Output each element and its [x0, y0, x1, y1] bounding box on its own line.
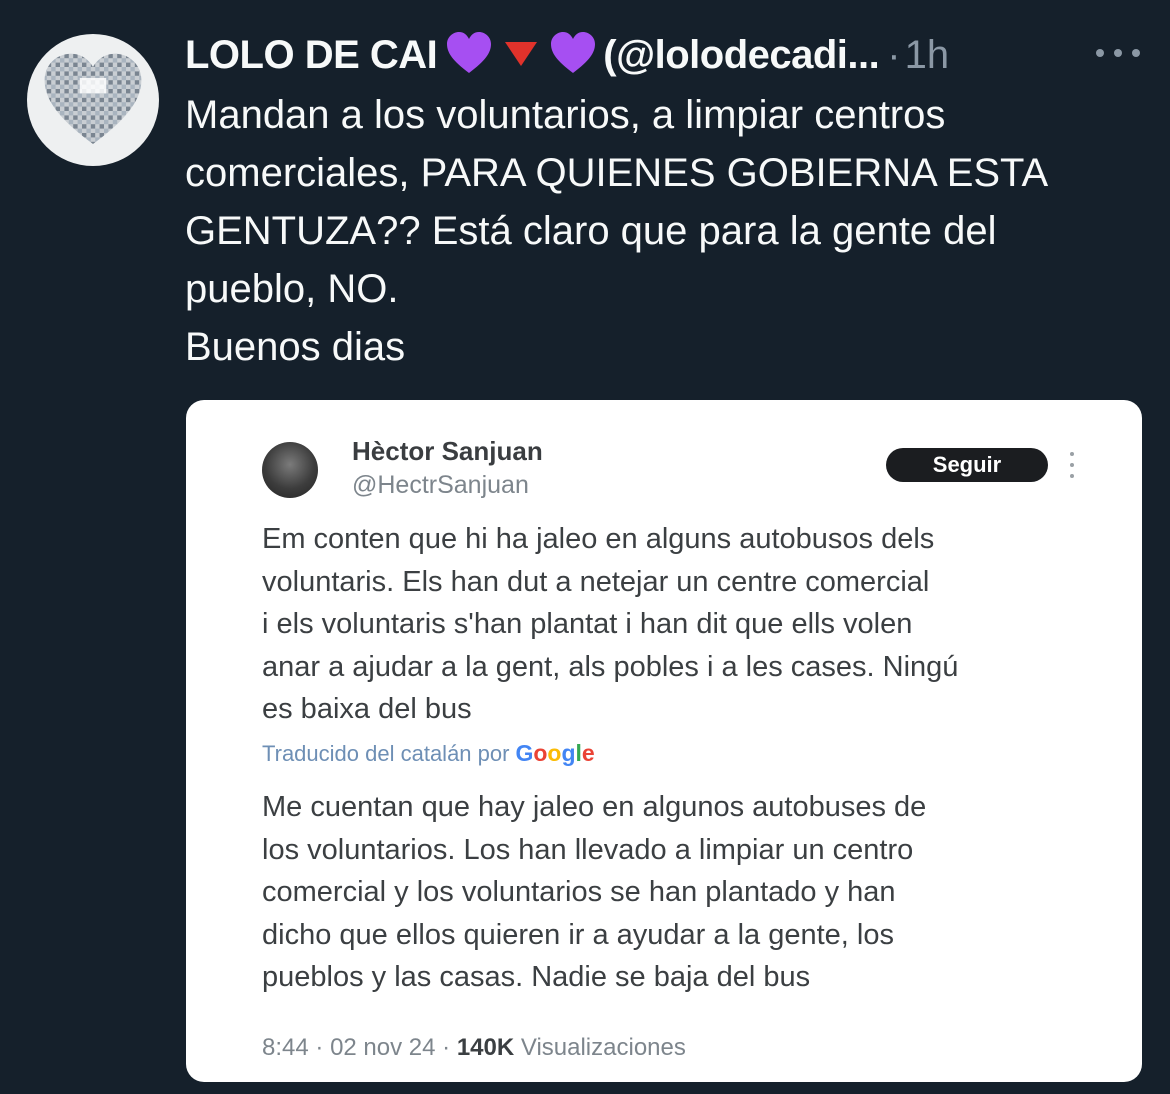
embedded-display-name: Hèctor Sanjuan: [352, 436, 543, 466]
embedded-handle: @HectrSanjuan: [352, 471, 529, 499]
translation-line: comercial y los voluntarios se han plant…: [262, 876, 896, 908]
translation-line: dicho que ellos quieren ir a ayudar a la…: [262, 918, 894, 951]
separator-dot: ·: [442, 1034, 451, 1061]
more-icon: [1070, 452, 1074, 478]
display-name[interactable]: LOLO DE CAI: [185, 33, 438, 78]
embedded-views-label: Visualizaciones: [520, 1034, 686, 1061]
follow-button: Seguir: [886, 448, 1048, 482]
translated-by: Traducido del catalán por Google: [262, 740, 595, 767]
separator-dot: ·: [887, 32, 901, 77]
original-line: i els voluntaris s'han plantat i han dit…: [262, 608, 913, 640]
tweet-text: Mandan a los voluntarios, a limpiar cent…: [185, 86, 1145, 376]
embedded-original-text: Em conten que hi ha jaleo en alguns auto…: [262, 518, 1082, 731]
embedded-tweet-image[interactable]: Hèctor Sanjuan @HectrSanjuan Seguir Em c…: [186, 400, 1142, 1082]
red-triangle-icon: [501, 38, 541, 73]
original-line: es baixa del bus: [262, 693, 472, 725]
tweet-line: Mandan a los voluntarios, a limpiar cent…: [185, 93, 946, 137]
translation-line: los voluntarios. Los han llevado a limpi…: [262, 833, 914, 866]
tweet-line: pueblo, NO.: [185, 267, 399, 311]
embedded-date: 02 nov 24: [330, 1034, 436, 1061]
separator-dot: ·: [315, 1034, 324, 1061]
tweet-header: LOLO DE CAI (@lolodecadi... · 1h: [185, 30, 1150, 80]
tweet-line: comerciales, PARA QUIENES GOBIERNA ESTA: [185, 151, 1049, 195]
embedded-views-count: 140K: [456, 1034, 515, 1061]
translation-line: pueblos y las casas. Nadie se baja del b…: [262, 961, 811, 993]
tweet-line: GENTUZA?? Está claro que para la gente d…: [185, 209, 997, 253]
purple-heart-icon: [445, 31, 493, 80]
translated-by-label: Traducido del catalán por: [262, 741, 510, 766]
translation-line: Me cuentan que hay jaleo en algunos auto…: [262, 791, 927, 823]
avatar[interactable]: [27, 34, 159, 166]
purple-heart-icon: [549, 31, 597, 80]
user-handle[interactable]: (@lolodecadi...: [603, 33, 879, 78]
embedded-avatar: [262, 442, 318, 498]
original-line: Em conten que hi ha jaleo en alguns auto…: [262, 523, 935, 555]
google-logo-icon: Google: [515, 740, 595, 766]
embedded-time: 8:44: [262, 1034, 309, 1061]
heart-collage-icon: [44, 53, 142, 144]
timestamp[interactable]: 1h: [905, 33, 950, 78]
original-line: anar a ajudar a la gent, als pobles i a …: [262, 650, 959, 683]
more-icon[interactable]: [1096, 38, 1140, 68]
tweet-line: Buenos dias: [185, 325, 406, 369]
embedded-footer: 8:44 · 02 nov 24 · 140K Visualizaciones: [262, 1034, 686, 1062]
embedded-translation-text: Me cuentan que hay jaleo en algunos auto…: [262, 786, 1082, 999]
original-line: voluntaris. Els han dut a netejar un cen…: [262, 565, 930, 598]
